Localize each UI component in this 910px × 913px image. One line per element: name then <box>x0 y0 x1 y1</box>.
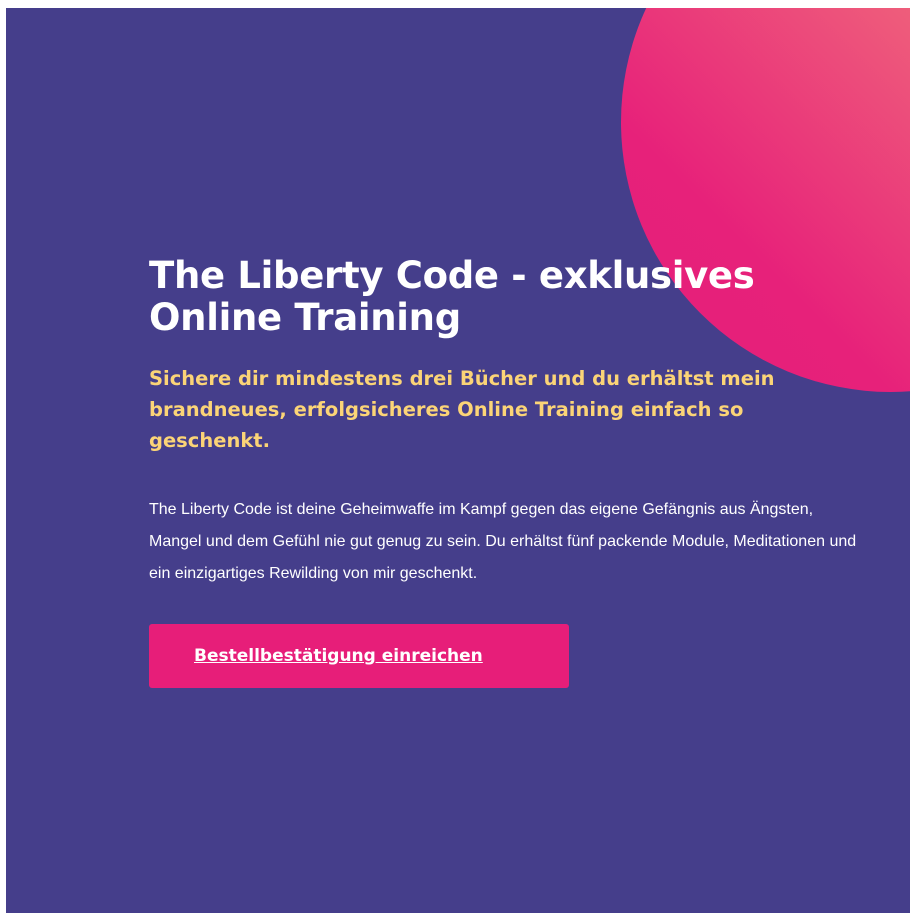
hero-description: The Liberty Code ist deine Geheimwaffe i… <box>149 501 857 582</box>
hero-content: The Liberty Code - exklusives Online Tra… <box>149 255 869 688</box>
hero-section: The Liberty Code - exklusives Online Tra… <box>6 8 910 913</box>
page-title: The Liberty Code - exklusives Online Tra… <box>149 254 755 339</box>
hero-subtitle: Sichere dir mindestens drei Bücher und d… <box>149 367 775 452</box>
submit-order-confirmation-button[interactable]: Bestellbestätigung einreichen <box>149 624 569 688</box>
submit-order-confirmation-label: Bestellbestätigung einreichen <box>194 646 483 666</box>
